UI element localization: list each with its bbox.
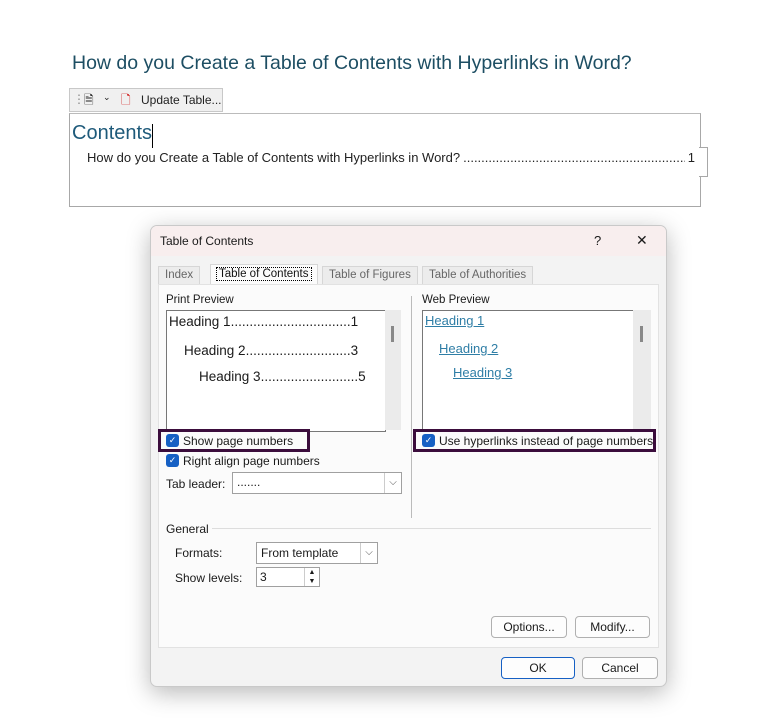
tab-leader-label: Tab leader: [166, 477, 226, 491]
toc-entry-leader: ........................................… [463, 150, 685, 165]
toc-entry[interactable]: How do you Create a Table of Contents wi… [87, 150, 695, 165]
tab-table-of-contents[interactable]: Table of Contents [210, 264, 318, 285]
dialog-titlebar: Table of Contents ? ✕ [151, 226, 666, 256]
use-hyperlinks-label[interactable]: Use hyperlinks instead of page numbers [439, 434, 653, 448]
web-preview-box: Heading 1 Heading 2 Heading 3 [422, 310, 634, 432]
tab-table-of-figures[interactable]: Table of Figures [322, 266, 418, 284]
update-doc-icon: 🗋 [121, 93, 131, 107]
preview-heading-1: Heading 1...............................… [169, 314, 359, 329]
right-align-checkbox[interactable]: ✓ [166, 454, 179, 467]
modify-button[interactable]: Modify... [575, 616, 650, 638]
formats-select[interactable]: From template ⌵ [256, 542, 378, 564]
print-preview-label: Print Preview [166, 294, 234, 306]
ok-button[interactable]: OK [501, 657, 575, 679]
show-page-numbers-label[interactable]: Show page numbers [183, 434, 293, 448]
right-align-label[interactable]: Right align page numbers [183, 454, 320, 468]
options-button[interactable]: Options... [491, 616, 567, 638]
print-preview-scrollbar[interactable] [385, 310, 401, 430]
toc-field[interactable]: Contents How do you Create a Table of Co… [69, 113, 701, 207]
preview-heading-3: Heading 3..........................5 [199, 369, 366, 384]
general-label: General [166, 522, 209, 536]
toc-dialog: Table of Contents ? ✕ Index Table of Con… [150, 225, 667, 687]
tab-index[interactable]: Index [158, 266, 201, 284]
web-link-heading-1[interactable]: Heading 1 [425, 313, 484, 328]
tab-label: Table of Contents [216, 267, 312, 281]
spin-arrows-icon: ▲ ▼ [304, 568, 319, 586]
web-link-heading-2[interactable]: Heading 2 [439, 341, 498, 356]
toc-document-icon[interactable]: 🗎 [84, 91, 94, 112]
dialog-title: Table of Contents [160, 234, 254, 248]
help-button[interactable]: ? [594, 233, 601, 248]
close-button[interactable]: ✕ [636, 232, 648, 249]
toc-entry-page: 1 [687, 150, 695, 165]
formats-label: Formats: [175, 546, 223, 560]
toc-field-edge [699, 147, 708, 177]
tab-table-of-authorities[interactable]: Table of Authorities [422, 266, 534, 284]
divider [212, 528, 651, 529]
chevron-down-icon[interactable]: ⌄ [103, 92, 111, 103]
preview-heading-2: Heading 2............................3 [184, 343, 359, 358]
web-link-heading-3[interactable]: Heading 3 [453, 365, 512, 380]
text-cursor [152, 124, 153, 148]
toc-entry-text: How do you Create a Table of Contents wi… [87, 150, 461, 165]
show-levels-stepper[interactable]: 3 ▲ ▼ [256, 567, 320, 587]
divider [411, 296, 412, 518]
cancel-button[interactable]: Cancel [582, 657, 658, 679]
tab-leader-select[interactable]: ....... ⌵ [232, 472, 402, 494]
chevron-down-icon: ⌵ [384, 473, 401, 493]
use-hyperlinks-checkbox[interactable]: ✓ [422, 434, 435, 447]
toc-heading: Contents [72, 122, 153, 144]
web-preview-scrollbar[interactable] [633, 310, 651, 430]
print-preview-box: Heading 1...............................… [166, 310, 386, 432]
show-page-numbers-checkbox[interactable]: ✓ [166, 434, 179, 447]
update-table-button[interactable]: Update Table... [141, 93, 222, 107]
page-heading: How do you Create a Table of Contents wi… [72, 52, 632, 74]
web-preview-label: Web Preview [422, 294, 490, 306]
show-levels-label: Show levels: [175, 571, 243, 585]
chevron-down-icon: ⌵ [360, 543, 377, 563]
toc-field-toolbar: ⋮ 🗎 ⌄ 🗋 Update Table... [69, 88, 223, 112]
